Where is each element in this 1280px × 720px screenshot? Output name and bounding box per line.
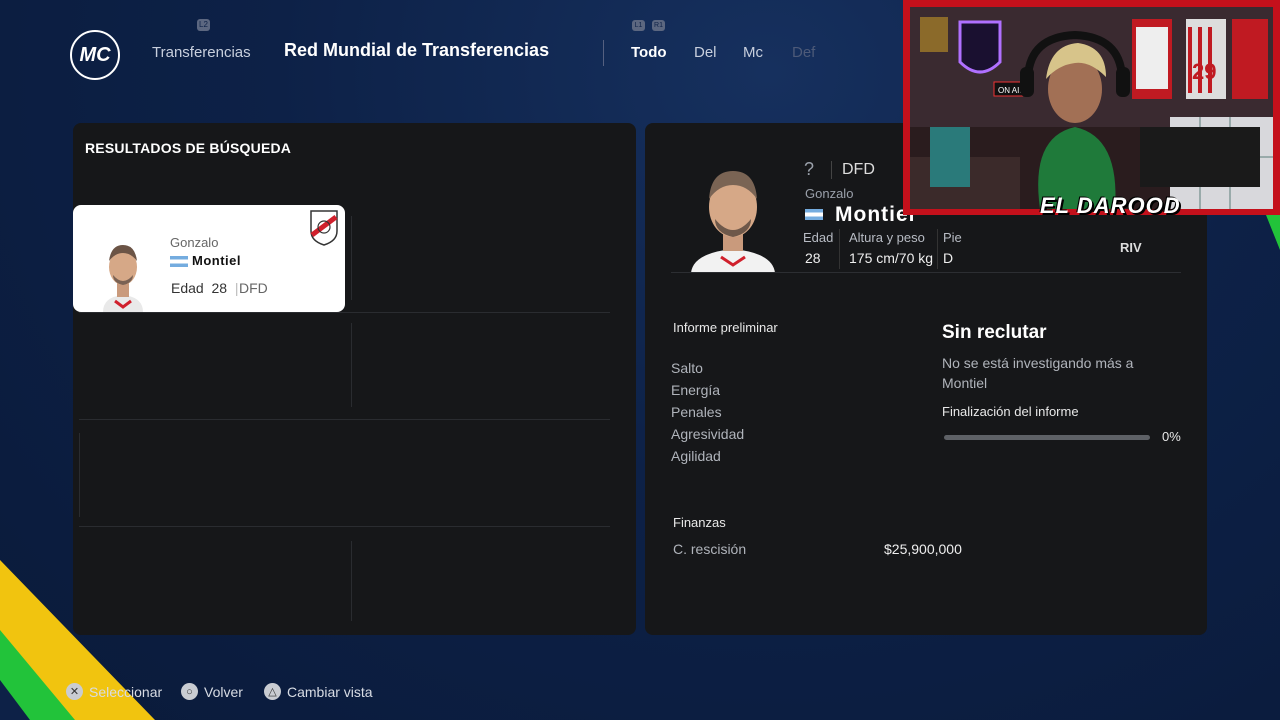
report-progress-bar: [944, 435, 1150, 440]
attribute-jump: Salto: [671, 360, 703, 376]
streamer-name-overlay: EL DAROOD: [1040, 193, 1181, 218]
webcam-feed: 29 ON AIR: [910, 7, 1273, 209]
section-divider: [671, 272, 1181, 273]
attribute-agility: Agilidad: [671, 448, 721, 464]
grid-divider: [351, 216, 352, 300]
detail-first-name: Gonzalo: [805, 186, 854, 201]
stat-label-height-weight: Altura y peso: [849, 230, 925, 245]
results-title: RESULTADOS DE BÚSQUEDA: [85, 140, 292, 156]
stat-value-age: 28: [805, 250, 821, 266]
progress-value: 0%: [1162, 429, 1181, 444]
player-last-name: Montiel: [192, 253, 241, 268]
progress-label: Finalización del informe: [942, 404, 1079, 419]
report-title: Informe preliminar: [673, 320, 778, 335]
attribute-aggression: Agresividad: [671, 426, 745, 442]
argentina-flag-icon: [170, 256, 188, 267]
grid-divider: [351, 541, 352, 621]
player-position: DFD: [239, 280, 268, 296]
cross-button-icon: ✕: [66, 683, 83, 700]
hint-select[interactable]: ✕ Seleccionar: [66, 683, 162, 700]
l2-bumper-icon: L2: [197, 19, 210, 31]
triangle-button-icon: △: [264, 683, 281, 700]
attribute-stamina: Energía: [671, 382, 721, 398]
release-clause-value: $25,900,000: [884, 541, 962, 557]
hint-back[interactable]: ○ Volver: [181, 683, 243, 700]
grid-divider: [351, 323, 352, 407]
overall-rating: ?: [804, 159, 815, 179]
stat-value-height-weight: 175 cm/70 kg: [849, 250, 934, 266]
argentina-flag-icon: [805, 209, 823, 220]
detail-position: DFD: [842, 161, 875, 178]
mc-logo: MC: [70, 30, 120, 80]
rating-divider: [831, 161, 832, 179]
circle-button-icon: ○: [181, 683, 198, 700]
stat-label-foot: Pie: [943, 230, 962, 245]
breadcrumb[interactable]: Transferencias: [152, 44, 251, 61]
finance-title: Finanzas: [673, 515, 726, 530]
page-title: Red Mundial de Transferencias: [284, 40, 550, 60]
player-card[interactable]: Gonzalo Montiel Edad 28 | DFD: [73, 205, 345, 312]
grid-divider: [79, 526, 610, 527]
stat-divider: [937, 229, 938, 269]
scout-status: Sin reclutar: [942, 322, 1047, 343]
jersey-number: 29: [1192, 59, 1216, 84]
release-clause-label: C. rescisión: [673, 541, 747, 557]
l1-bumper-icon: L1: [632, 20, 645, 31]
club-short: RIV: [1120, 240, 1142, 255]
attribute-penalties: Penales: [671, 404, 722, 420]
player-portrait: [683, 157, 783, 273]
stat-value-foot: D: [943, 250, 954, 266]
grid-divider: [79, 419, 610, 420]
hint-change-view[interactable]: △ Cambiar vista: [264, 683, 373, 700]
webcam-overlay: 29 ON AIR: [903, 0, 1280, 215]
r1-bumper-icon: R1: [652, 20, 665, 31]
tab-def[interactable]: Def: [792, 44, 815, 61]
tab-mc[interactable]: Mc: [743, 44, 763, 61]
grid-divider: [79, 312, 610, 313]
grid-divider: [79, 433, 80, 517]
river-plate-crest-icon: [309, 209, 339, 252]
search-results-panel: RESULTADOS DE BÚSQUEDA Gonzalo Montiel E…: [73, 123, 636, 635]
scout-description: No se está investigando más a Montiel: [942, 355, 1134, 391]
tab-todo[interactable]: Todo: [631, 44, 667, 61]
player-first-name: Gonzalo: [170, 235, 219, 250]
stat-label-age: Edad: [803, 230, 834, 245]
tab-del[interactable]: Del: [694, 44, 717, 61]
player-age: Edad 28 |: [171, 280, 239, 296]
header-divider: [603, 40, 604, 66]
player-photo: [95, 231, 151, 312]
stat-divider: [839, 229, 840, 269]
